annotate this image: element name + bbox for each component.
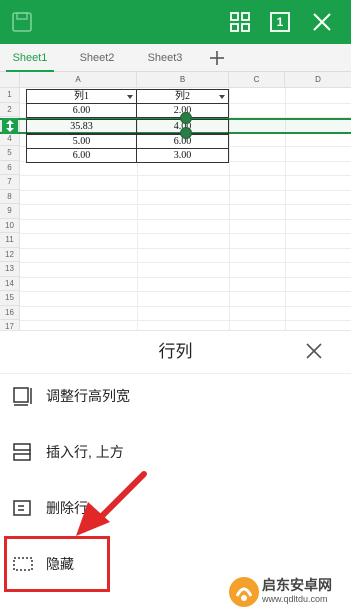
row-header[interactable]: 9 <box>0 204 20 219</box>
menu-item-label: 插入行, 上方 <box>46 444 124 460</box>
plus-icon[interactable] <box>206 47 228 69</box>
grid-divider <box>20 262 351 263</box>
grid-divider <box>20 233 351 234</box>
grid-divider <box>20 291 351 292</box>
row-header[interactable]: 2 <box>0 102 20 117</box>
sheet-count: 1 <box>276 15 284 29</box>
save-icon[interactable] <box>8 8 36 36</box>
dropdown-arrow-icon[interactable] <box>219 95 225 99</box>
row-header[interactable]: 13 <box>0 262 20 277</box>
tab-sheet2[interactable]: Sheet2 <box>70 44 124 72</box>
menu-item-delete-row[interactable]: 删除行 <box>0 481 351 537</box>
row-header[interactable]: 14 <box>0 276 20 291</box>
highlight-box <box>4 536 110 592</box>
corner-cell[interactable] <box>0 72 20 88</box>
table-cell[interactable]: 35.83 <box>26 119 137 134</box>
column-header-b[interactable]: B <box>137 72 229 88</box>
row-header[interactable]: 12 <box>0 247 20 262</box>
column-header-c[interactable]: C <box>229 72 285 88</box>
column-header-d[interactable]: D <box>285 72 351 88</box>
menu-item-insert-row[interactable]: 插入行, 上方 <box>0 425 351 481</box>
row-header[interactable]: 10 <box>0 218 20 233</box>
menu-item-adjust-size[interactable]: 调整行高列宽 <box>0 369 351 425</box>
watermark-title: 启东安卓网 <box>262 577 332 593</box>
table-cell[interactable]: 6.00 <box>26 103 137 118</box>
spreadsheet-grid[interactable]: A B C D 1234567891011121314151617 列1 列2 … <box>0 72 351 330</box>
table-header-cell[interactable]: 列1 <box>26 89 137 104</box>
row-header[interactable]: 7 <box>0 175 20 190</box>
table-cell[interactable]: 5.00 <box>26 134 137 149</box>
row-header[interactable]: 6 <box>0 160 20 175</box>
close-icon[interactable] <box>302 339 326 363</box>
sheet-count-button[interactable]: 1 <box>266 8 294 36</box>
annotation-arrow-icon <box>76 471 147 536</box>
watermark: 启东安卓网 www.qdltdu.com <box>226 572 351 612</box>
watermark-logo-icon <box>229 577 259 607</box>
row-header[interactable]: 1 <box>0 88 20 103</box>
resize-rows-icon <box>12 385 34 407</box>
sheet-tabs: Sheet1 Sheet2 Sheet3 <box>0 44 351 72</box>
top-toolbar: 1 <box>0 0 351 44</box>
table-cell[interactable]: 3.00 <box>136 148 229 163</box>
column-header-a[interactable]: A <box>20 72 137 88</box>
close-icon[interactable] <box>308 8 336 36</box>
menu-item-label: 调整行高列宽 <box>46 388 130 404</box>
row-header[interactable]: 8 <box>0 189 20 204</box>
grid-view-icon[interactable] <box>226 8 254 36</box>
row-header[interactable]: 5 <box>0 146 20 161</box>
row-header[interactable]: 11 <box>0 233 20 248</box>
row-header[interactable]: 15 <box>0 291 20 306</box>
grid-divider <box>20 218 351 220</box>
row-header[interactable]: 16 <box>0 305 20 320</box>
grid-divider <box>20 247 351 249</box>
row-header[interactable]: 17 <box>0 320 20 330</box>
tab-sheet1[interactable]: Sheet1 <box>4 44 56 72</box>
selection-handle[interactable] <box>180 112 192 124</box>
dropdown-arrow-icon[interactable] <box>127 95 133 99</box>
grid-divider <box>20 320 351 321</box>
grid-divider <box>20 276 351 278</box>
table-cell[interactable]: 6.00 <box>26 148 137 163</box>
grid-divider <box>20 189 351 191</box>
panel-title: 行列 <box>158 342 193 361</box>
watermark-url: www.qdltdu.com <box>262 594 328 604</box>
grid-divider <box>20 305 351 307</box>
delete-row-icon <box>12 497 34 519</box>
insert-row-icon <box>12 441 34 463</box>
tab-sheet3[interactable]: Sheet3 <box>138 44 192 72</box>
row-resize-icon[interactable] <box>2 118 18 134</box>
selection-handle[interactable] <box>180 127 192 139</box>
table-header-cell[interactable]: 列2 <box>136 89 229 104</box>
grid-divider <box>20 204 351 205</box>
grid-divider <box>20 175 351 176</box>
